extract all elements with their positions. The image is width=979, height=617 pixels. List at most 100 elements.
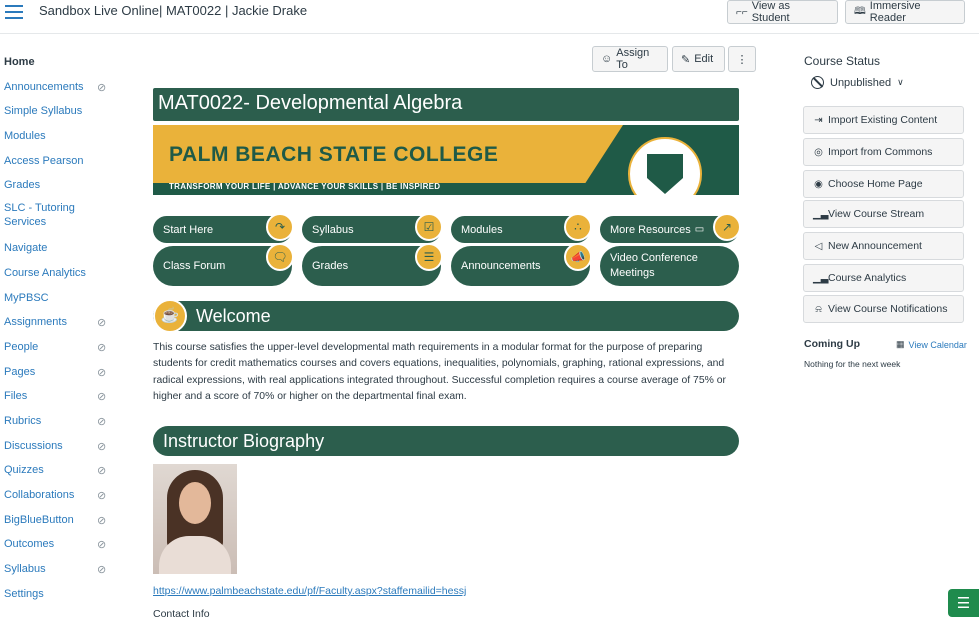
grades-button[interactable]: Grades ☰ [302, 243, 443, 286]
hidden-eye-icon: ⊘ [97, 514, 107, 527]
more-options-button[interactable]: ⋮ [728, 46, 756, 72]
nav-people[interactable]: People ⊘ [0, 337, 120, 362]
shield-icon [647, 154, 683, 194]
nav-course-analytics[interactable]: Course Analytics [0, 263, 120, 288]
start-here-button[interactable]: Start Here ↷ [153, 213, 294, 243]
megaphone-icon: 📣 [564, 243, 592, 271]
nav-rubrics-label: Rubrics [4, 414, 42, 427]
course-analytics-button[interactable]: ▁▃ Course Analytics [803, 264, 964, 292]
target-icon: ◉ [814, 178, 823, 190]
nav-mypbsc[interactable]: MyPBSC [0, 288, 120, 313]
class-forum-button[interactable]: Class Forum 🗨 [153, 243, 294, 286]
breadcrumb[interactable]: Sandbox Live Online| MAT0022 | Jackie Dr… [39, 3, 307, 18]
external-link-icon: ↗ [713, 213, 741, 241]
instructor-bio-heading: Instructor Biography [153, 426, 739, 456]
nav-modules[interactable]: Modules [0, 126, 120, 151]
assign-to-button[interactable]: ☺ Assign To [592, 46, 668, 72]
view-as-student-button[interactable]: ⌐⌐ View as Student [727, 0, 838, 24]
import-existing-content-label: Import Existing Content [828, 114, 938, 126]
glasses-icon: ⌐⌐ [736, 6, 748, 18]
import-from-commons-button[interactable]: ◎ Import from Commons [803, 138, 964, 166]
view-course-notifications-button[interactable]: ⍾ View Course Notifications [803, 295, 964, 323]
choose-home-page-label: Choose Home Page [828, 178, 923, 190]
welcome-heading: ☕ Welcome [153, 299, 739, 333]
course-description: This course satisfies the upper-level de… [153, 342, 726, 403]
nav-access-pearson[interactable]: Access Pearson [0, 151, 120, 176]
nav-navigate[interactable]: Navigate [0, 238, 120, 263]
nav-outcomes[interactable]: Outcomes ⊘ [0, 534, 120, 559]
import-from-commons-label: Import from Commons [828, 146, 933, 158]
announcements-button[interactable]: Announcements 📣 [451, 243, 592, 286]
banner-college-name: PALM BEACH STATE COLLEGE [169, 143, 499, 166]
photo-face [179, 482, 211, 524]
nav-syllabus[interactable]: Syllabus ⊘ [0, 559, 120, 584]
faculty-profile-link[interactable]: https://www.palmbeachstate.edu/pf/Facult… [153, 585, 466, 597]
video-icon: ▭ [694, 224, 705, 235]
hidden-eye-icon: ⊘ [97, 391, 107, 404]
nav-discussions-label: Discussions [4, 439, 63, 452]
new-announcement-label: New Announcement [828, 240, 922, 252]
course-status-title: Course Status [804, 54, 881, 68]
no-upcoming-events: Nothing for the next week [804, 359, 901, 369]
nav-grades[interactable]: Grades [0, 175, 120, 200]
bell-icon: ⍾ [815, 303, 822, 315]
hidden-eye-icon: ⊘ [97, 465, 107, 478]
view-calendar-link[interactable]: ▦ View Calendar [896, 339, 967, 350]
nav-pages-label: Pages [4, 365, 36, 378]
import-existing-content-button[interactable]: ⇥ Import Existing Content [803, 106, 964, 134]
network-icon: ∴ [564, 213, 592, 241]
video-conference-label: Video Conference Meetings [610, 252, 698, 279]
nav-bigbluebutton[interactable]: BigBlueButton ⊘ [0, 510, 120, 535]
nav-pages[interactable]: Pages ⊘ [0, 362, 120, 387]
nav-files[interactable]: Files ⊘ [0, 386, 120, 411]
nav-assignments[interactable]: Assignments ⊘ [0, 312, 120, 337]
edit-button[interactable]: ✎ Edit [672, 46, 725, 72]
course-navigation: Home Announcements ⊘ Simple Syllabus Modu… [0, 52, 120, 608]
nav-settings[interactable]: Settings [0, 584, 120, 609]
choose-home-page-button[interactable]: ◉ Choose Home Page [803, 170, 964, 198]
view-as-student-label: View as Student [751, 0, 791, 24]
class-forum-label: Class Forum [163, 260, 226, 272]
hidden-eye-icon: ⊘ [97, 366, 107, 379]
chevron-down-icon: ∨ [897, 77, 904, 87]
publish-status-dropdown[interactable]: Unpublished ∨ [811, 76, 904, 89]
nav-slc-tutoring[interactable]: SLC - Tutoring Services [0, 200, 80, 238]
college-seal-logo [628, 137, 702, 195]
checklist-icon[interactable]: ☰ [948, 589, 979, 617]
coming-up-heading: Coming Up [804, 338, 860, 350]
new-announcement-button[interactable]: ◁ New Announcement [803, 232, 964, 260]
nav-rubrics[interactable]: Rubrics ⊘ [0, 411, 120, 436]
immersive-reader-label: Immersive Reader [869, 0, 921, 24]
nav-home[interactable]: Home [0, 52, 120, 77]
nav-collaborations[interactable]: Collaborations ⊘ [0, 485, 120, 510]
modules-button[interactable]: Modules ∴ [451, 213, 592, 243]
immersive-reader-button[interactable]: 🕮 Immersive Reader [845, 0, 965, 24]
person-icon: ☺ [601, 53, 613, 65]
nav-quizzes[interactable]: Quizzes ⊘ [0, 460, 120, 485]
syllabus-label: Syllabus [312, 223, 354, 236]
hamburger-menu-icon[interactable] [5, 5, 23, 19]
syllabus-button[interactable]: Syllabus ☑ [302, 213, 443, 243]
coffee-icon: ☕ [153, 299, 187, 333]
assign-to-label: Assign To [616, 47, 650, 71]
nav-simple-syllabus[interactable]: Simple Syllabus [0, 101, 120, 126]
commons-icon: ◎ [814, 146, 823, 158]
college-banner: PALM BEACH STATE COLLEGE TRANSFORM YOUR … [153, 125, 739, 195]
nav-collaborations-label: Collaborations [4, 489, 75, 501]
nav-bigbluebutton-label: BigBlueButton [4, 513, 74, 526]
hidden-eye-icon: ⊘ [97, 564, 107, 577]
hidden-eye-icon: ⊘ [97, 440, 107, 453]
top-bar: Sandbox Live Online| MAT0022 | Jackie Dr… [0, 0, 979, 34]
more-resources-button[interactable]: More Resources ▭ ↗ [600, 213, 741, 243]
view-course-stream-button[interactable]: ▁▃ View Course Stream [803, 200, 964, 228]
hidden-eye-icon: ⊘ [97, 415, 107, 428]
nav-announcements[interactable]: Announcements ⊘ [0, 77, 120, 102]
nav-discussions[interactable]: Discussions ⊘ [0, 436, 120, 461]
course-analytics-label: Course Analytics [828, 272, 907, 284]
gradebook-icon: ☰ [415, 243, 443, 271]
view-calendar-label: View Calendar [908, 339, 967, 350]
banner-tagline: TRANSFORM YOUR LIFE | ADVANCE YOUR SKILL… [169, 182, 441, 191]
modules-label: Modules [461, 223, 503, 236]
video-conference-button[interactable]: Video Conference Meetings [600, 246, 739, 286]
chat-icon: 🗨 [266, 243, 294, 271]
